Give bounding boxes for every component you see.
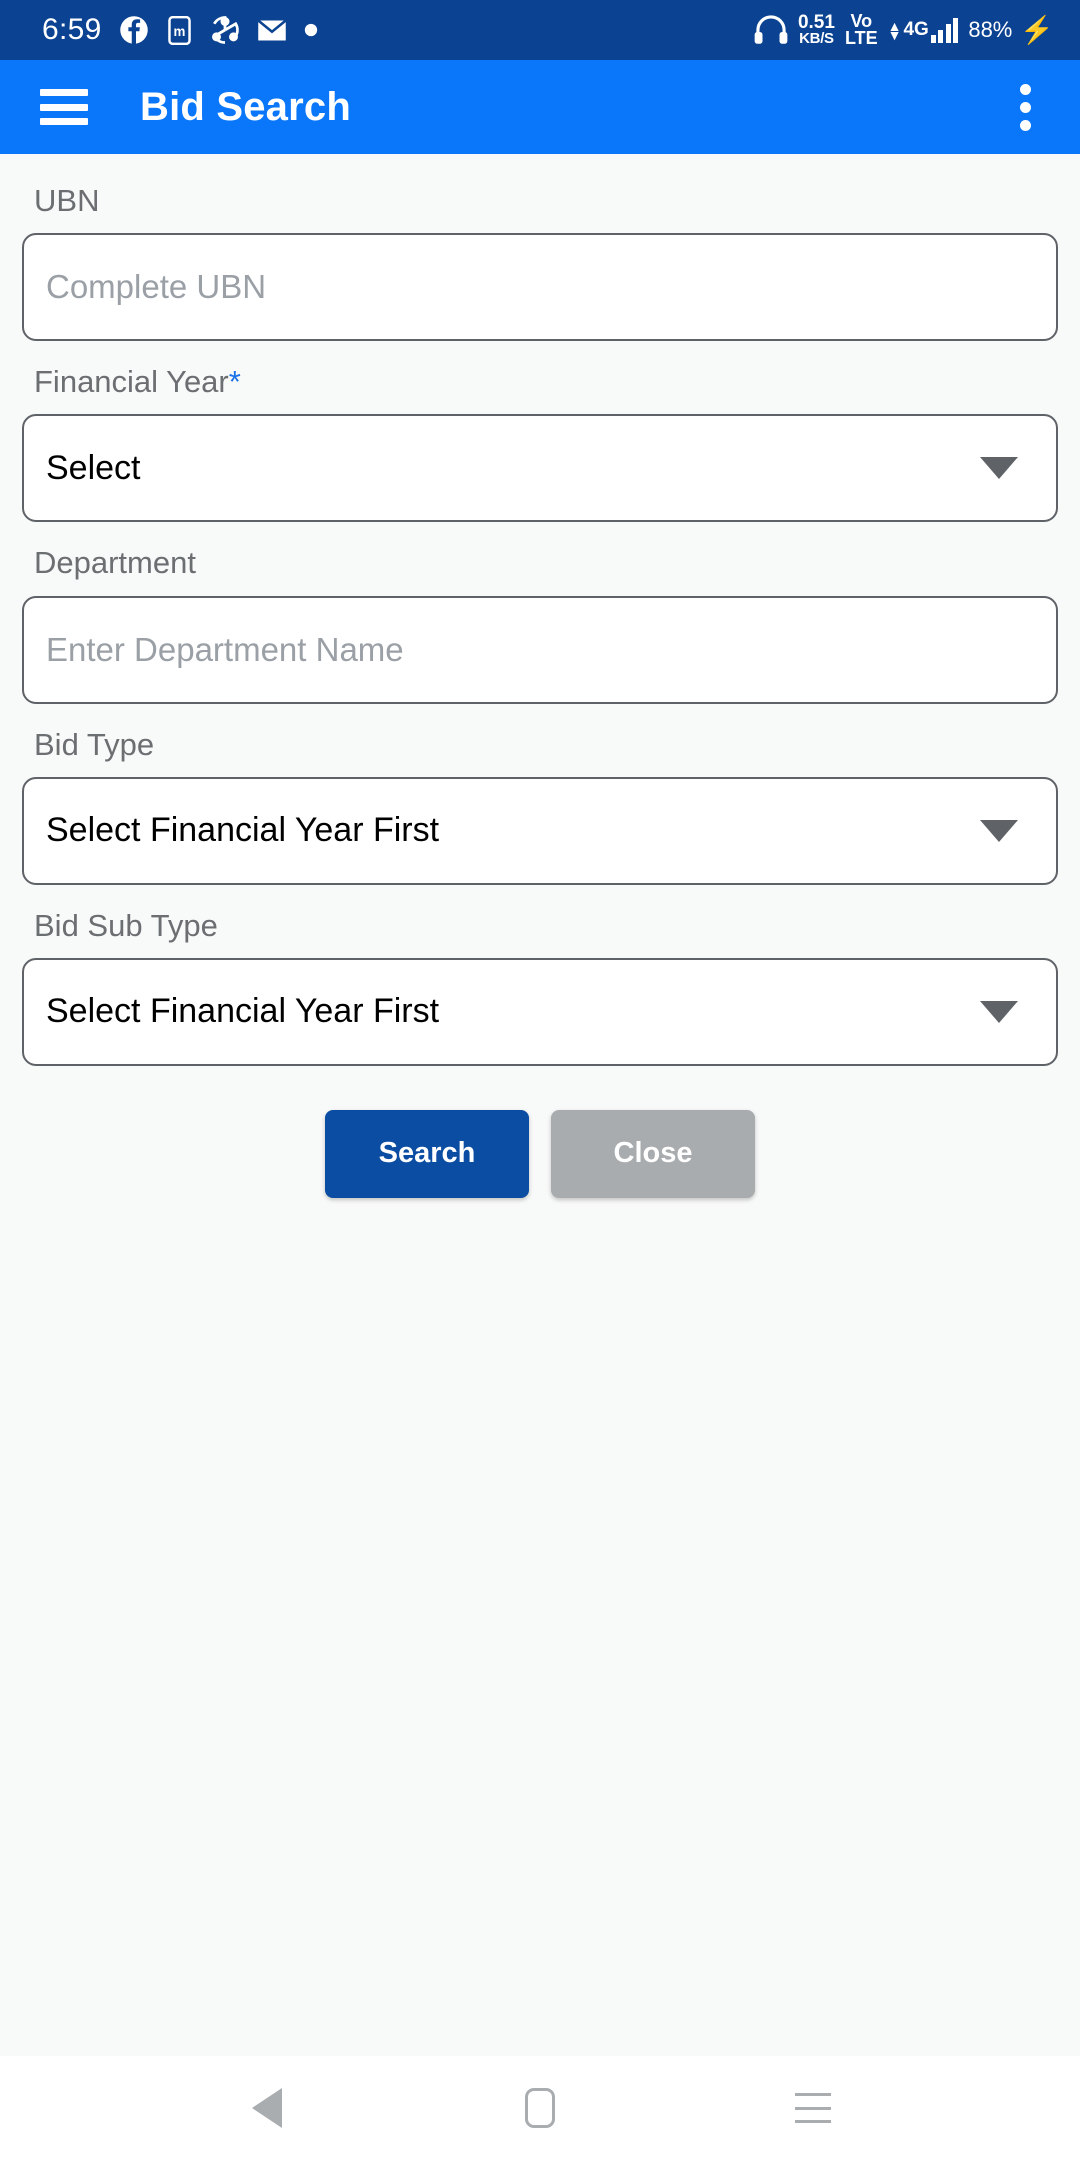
app-bar: Bid Search: [0, 60, 1080, 154]
chevron-down-icon: [980, 1000, 1018, 1023]
financial-year-label: Financial Year*: [34, 363, 1058, 400]
ubn-label: UBN: [34, 183, 100, 218]
financial-year-select[interactable]: Select: [22, 414, 1058, 523]
close-button[interactable]: Close: [551, 1109, 755, 1198]
network-speed-indicator: 0.51 KB/S: [798, 13, 835, 47]
data-arrows-icon: ▲ ▼: [887, 18, 902, 43]
volte-indicator: Vo LTE: [844, 12, 878, 48]
status-clock: 6:59: [42, 13, 102, 46]
department-input[interactable]: [22, 595, 1058, 704]
status-bar-right: 0.51 KB/S Vo LTE ▲ ▼ 4G 88% ⚡: [754, 12, 1054, 48]
bid-sub-type-select[interactable]: Select Financial Year First: [22, 957, 1058, 1066]
ubn-input[interactable]: [22, 233, 1058, 342]
financial-year-label-text: Financial Year: [34, 364, 229, 400]
m-app-icon: m: [167, 15, 191, 45]
mail-icon: [257, 19, 287, 40]
phone-screen: 6:59 m 0.51 KB/S Vo LTE ▲ ▼ 4G 88% ⚡ Bid…: [0, 0, 1080, 2160]
page-title: Bid Search: [140, 84, 351, 129]
sync-icon: [211, 16, 239, 44]
bid-type-select[interactable]: Select Financial Year First: [22, 776, 1058, 885]
bid-type-label: Bid Type: [34, 726, 155, 762]
status-bar: 6:59 m 0.51 KB/S Vo LTE ▲ ▼ 4G 88% ⚡: [0, 0, 1080, 60]
signal-bars-icon: [930, 17, 959, 43]
chevron-down-icon: [980, 457, 1018, 480]
facebook-icon: [119, 16, 148, 44]
signal-indicator: ▲ ▼ 4G: [888, 17, 959, 43]
hamburger-menu-icon[interactable]: [40, 89, 88, 125]
required-asterisk: *: [228, 364, 241, 400]
status-bar-left: 6:59 m: [42, 15, 318, 45]
network-type-label: 4G: [903, 19, 929, 40]
dot-icon: [304, 23, 317, 37]
bid-type-value: Select Financial Year First: [46, 811, 440, 850]
department-label: Department: [34, 545, 196, 581]
home-icon[interactable]: [495, 2063, 585, 2153]
volte-bottom-label: LTE: [844, 28, 878, 48]
bolt-icon: ⚡: [1020, 14, 1054, 45]
search-button[interactable]: Search: [325, 1109, 529, 1198]
bid-sub-type-value: Select Financial Year First: [46, 992, 440, 1031]
svg-text:m: m: [173, 24, 185, 39]
financial-year-value: Select: [46, 448, 141, 487]
more-vertical-icon[interactable]: [1000, 77, 1050, 137]
back-icon[interactable]: [222, 2063, 312, 2153]
form-actions: Search Close: [22, 1109, 1058, 1198]
bid-sub-type-label: Bid Sub Type: [34, 907, 218, 943]
headset-icon: [754, 15, 788, 44]
system-navigation-bar: [0, 2056, 1080, 2160]
battery-percentage: 88%: [968, 17, 1013, 42]
recents-icon[interactable]: [768, 2063, 858, 2153]
network-speed-unit: KB/S: [799, 29, 834, 47]
chevron-down-icon: [980, 819, 1018, 842]
bid-search-form: UBN Financial Year* Select Department Bi…: [0, 154, 1080, 2056]
